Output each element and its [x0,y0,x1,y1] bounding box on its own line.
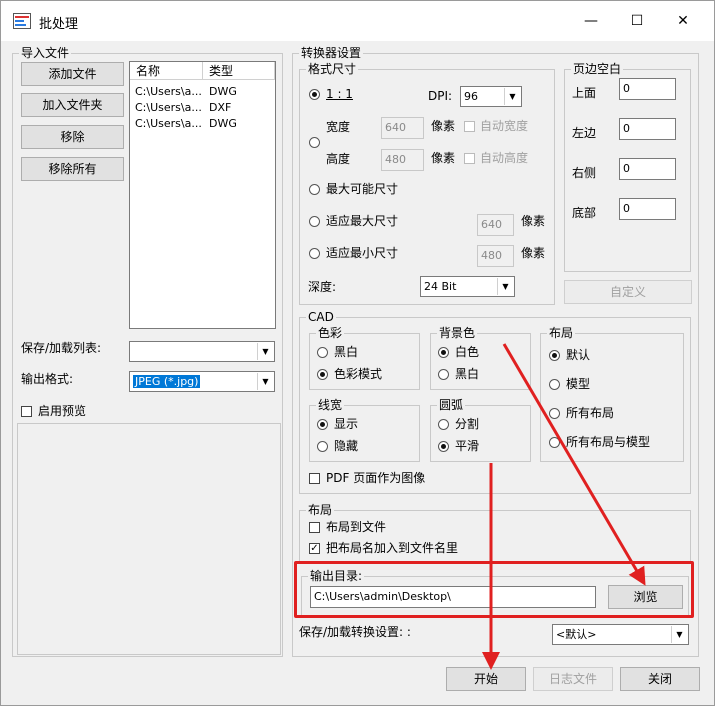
batch-window: 批处理 — ☐ ✕ 导入文件 添加文件 加入文件夹 移除 移除所有 名称 类型 … [0,0,715,706]
arrow-to-browse [502,343,646,586]
annotation-arrows [482,343,646,670]
